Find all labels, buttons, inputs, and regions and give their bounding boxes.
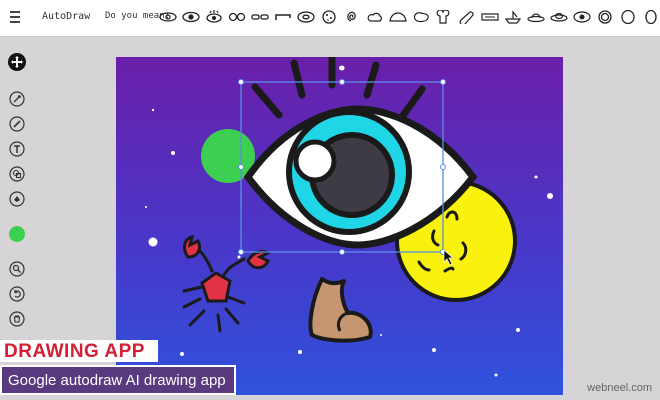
overlay-subtitle: Google autodraw AI drawing app bbox=[8, 372, 226, 389]
suggestion-strip bbox=[158, 6, 660, 28]
shape-icon[interactable] bbox=[8, 165, 26, 183]
crab-shape[interactable] bbox=[182, 234, 271, 333]
cloud-icon[interactable] bbox=[365, 6, 385, 28]
eye-lashes-icon[interactable] bbox=[204, 6, 224, 28]
saucer-icon[interactable] bbox=[549, 6, 569, 28]
tool-sidebar bbox=[0, 50, 34, 340]
overlay-subtitle-box: Google autodraw AI drawing app bbox=[0, 365, 236, 395]
fill-icon[interactable] bbox=[8, 190, 26, 208]
banner-title: DRAWING APP bbox=[4, 341, 145, 362]
drawing-canvas[interactable] bbox=[116, 57, 563, 395]
zoom-icon[interactable] bbox=[8, 260, 26, 278]
ufo-icon[interactable] bbox=[526, 6, 546, 28]
donut-icon[interactable] bbox=[296, 6, 316, 28]
undo-icon[interactable] bbox=[8, 285, 26, 303]
canvas-drawing bbox=[145, 57, 553, 377]
autodraw-icon[interactable] bbox=[8, 90, 26, 108]
type-icon[interactable] bbox=[8, 140, 26, 158]
oval-icon[interactable] bbox=[641, 6, 660, 28]
mound-icon[interactable] bbox=[388, 6, 408, 28]
bus-icon[interactable] bbox=[480, 6, 500, 28]
overlay-banner: DRAWING APP bbox=[0, 340, 158, 362]
swirl-icon[interactable] bbox=[342, 6, 362, 28]
bread-icon[interactable] bbox=[457, 6, 477, 28]
top-bar: AutoDraw Do you mean: bbox=[0, 0, 660, 37]
app-title: AutoDraw bbox=[42, 11, 91, 22]
boat-icon[interactable] bbox=[503, 6, 523, 28]
flexed-arm-shape[interactable] bbox=[308, 277, 373, 343]
hamburger-menu-icon[interactable] bbox=[10, 11, 20, 23]
delete-icon[interactable] bbox=[8, 310, 26, 328]
egg-icon[interactable] bbox=[618, 6, 638, 28]
move-icon[interactable] bbox=[8, 53, 26, 71]
target-eye-icon[interactable] bbox=[572, 6, 592, 28]
watermark: webneel.com bbox=[587, 382, 652, 394]
brow-icon[interactable] bbox=[273, 6, 293, 28]
draw-icon[interactable] bbox=[8, 115, 26, 133]
blob-icon[interactable] bbox=[411, 6, 431, 28]
eye-outline-icon[interactable] bbox=[158, 6, 178, 28]
eye-icon[interactable] bbox=[181, 6, 201, 28]
cookie-icon[interactable] bbox=[319, 6, 339, 28]
toast-icon[interactable] bbox=[434, 6, 454, 28]
glasses-icon[interactable] bbox=[227, 6, 247, 28]
color-swatch[interactable] bbox=[8, 225, 26, 243]
sunglasses-icon[interactable] bbox=[250, 6, 270, 28]
ring-icon[interactable] bbox=[595, 6, 615, 28]
